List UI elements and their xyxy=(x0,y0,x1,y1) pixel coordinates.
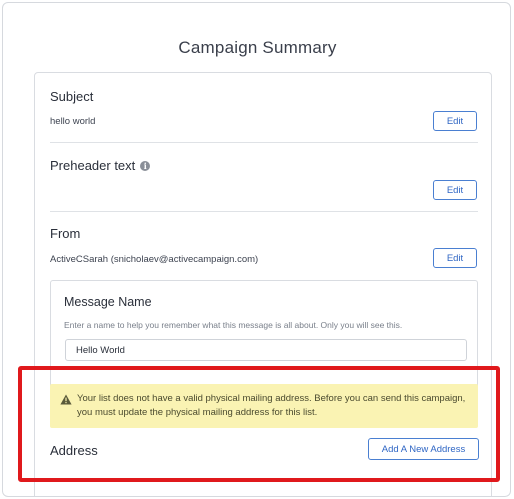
warning-text: Your list does not have a valid physical… xyxy=(77,393,466,418)
warning-triangle-icon xyxy=(60,394,72,405)
message-name-help: Enter a name to help you remember what t… xyxy=(64,320,403,330)
message-name-section: Message Name Enter a name to help you re… xyxy=(50,280,478,400)
message-name-input[interactable]: Hello World xyxy=(65,339,467,361)
subject-label: Subject xyxy=(50,89,94,104)
from-label: From xyxy=(50,226,81,241)
address-label: Address xyxy=(50,443,98,458)
campaign-summary-modal: Campaign Summary Subject hello world Edi… xyxy=(2,2,511,497)
divider xyxy=(50,211,478,212)
subject-edit-button[interactable]: Edit xyxy=(433,111,477,131)
address-warning-banner: Your list does not have a valid physical… xyxy=(50,384,478,428)
from-value: ActiveCSarah (snicholaev@activecampaign.… xyxy=(50,254,259,265)
preheader-edit-button[interactable]: Edit xyxy=(433,180,477,200)
modal-title: Campaign Summary xyxy=(178,38,337,57)
divider xyxy=(50,142,478,143)
subject-value: hello world xyxy=(50,116,96,127)
info-icon[interactable]: i xyxy=(140,161,151,171)
add-new-address-button[interactable]: Add A New Address xyxy=(368,438,479,460)
from-edit-button[interactable]: Edit xyxy=(433,248,477,268)
divider xyxy=(50,480,478,481)
message-name-label: Message Name xyxy=(64,295,152,309)
preheader-label: Preheader text i xyxy=(50,158,151,173)
summary-panel: Subject hello world Edit Preheader text i… xyxy=(34,72,492,496)
preheader-label-text: Preheader text xyxy=(50,158,136,173)
